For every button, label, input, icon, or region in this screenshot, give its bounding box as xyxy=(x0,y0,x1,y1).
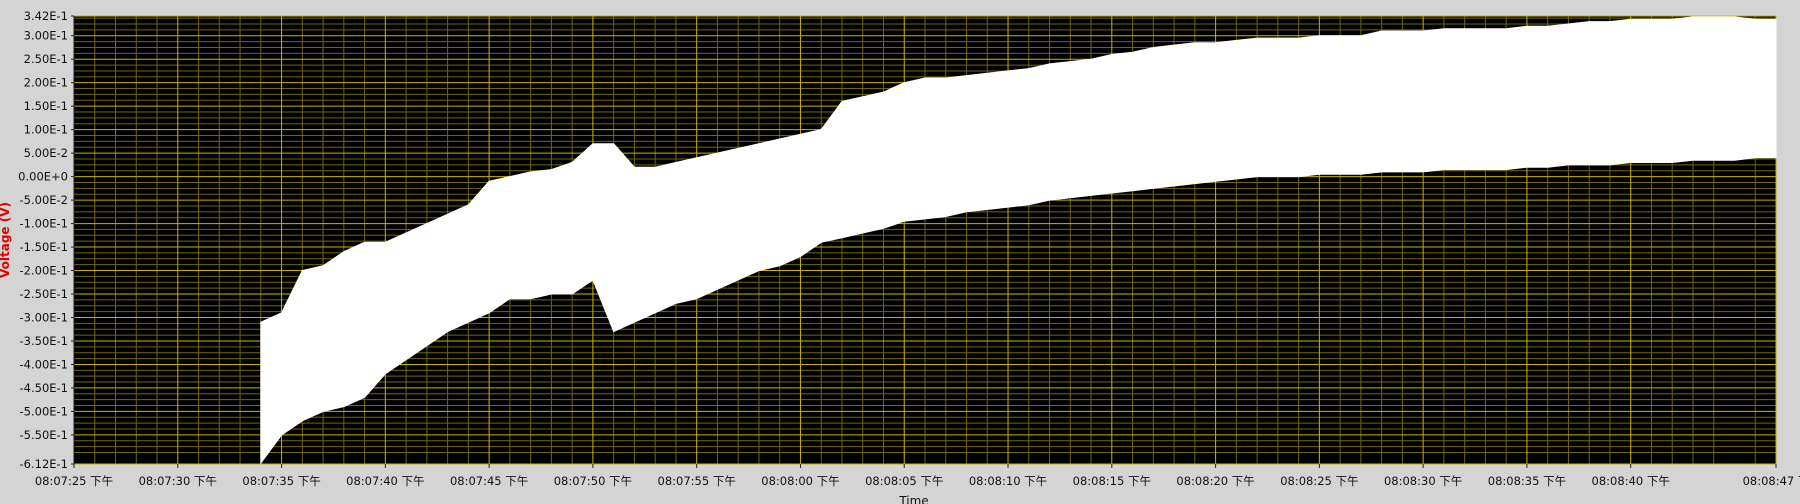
y-tick-label: -2.00E-1 xyxy=(20,264,69,278)
x-axis-title: Time xyxy=(898,494,928,504)
y-tick-label: -5.00E-2 xyxy=(20,193,69,207)
y-tick-label: -5.50E-1 xyxy=(20,428,69,442)
x-tick-label: 08:08:40 下午 xyxy=(1592,474,1670,488)
y-tick-label: 0.00E+0 xyxy=(18,170,68,184)
y-tick-label: -1.50E-1 xyxy=(20,240,69,254)
x-tick-label: 08:08:30 下午 xyxy=(1384,474,1462,488)
y-tick-label: 1.00E-1 xyxy=(24,123,68,137)
x-tick-label: 08:08:15 下午 xyxy=(1073,474,1151,488)
x-tick-label: 08:07:55 下午 xyxy=(658,474,736,488)
y-tick-label: 3.42E-1 xyxy=(24,9,68,23)
x-tick-label: 08:08:35 下午 xyxy=(1488,474,1566,488)
x-tick-label: 08:08:00 下午 xyxy=(761,474,839,488)
x-tick-label: 08:07:35 下午 xyxy=(242,474,320,488)
y-axis-title: Voltage (V) xyxy=(0,202,12,278)
x-tick-label: 08:08:05 下午 xyxy=(865,474,943,488)
y-tick-label: 5.00E-2 xyxy=(24,146,68,160)
y-tick-label: -2.50E-1 xyxy=(20,287,69,301)
x-tick-label: 08:07:30 下午 xyxy=(139,474,217,488)
x-tick-label: 08:08:25 下午 xyxy=(1280,474,1358,488)
y-tick-label: -1.00E-1 xyxy=(20,217,69,231)
x-tick-label: 08:07:25 下午 xyxy=(35,474,113,488)
y-tick-label: -4.00E-1 xyxy=(20,357,69,371)
y-tick-label: 2.50E-1 xyxy=(24,52,68,66)
x-tick-label: 08:08:10 下午 xyxy=(969,474,1047,488)
x-tick-label: 08:08:47 下 xyxy=(1743,474,1800,488)
y-tick-label: 2.00E-1 xyxy=(24,76,68,90)
x-tick-label: 08:08:20 下午 xyxy=(1176,474,1254,488)
y-tick-label: -3.00E-1 xyxy=(20,310,69,324)
waveform-graph: 3.42E-1 3.00E-1 2.50E-1 2.00E-1 1.50E-1 1.00E… xyxy=(0,0,1800,504)
x-tick-label: 08:07:50 下午 xyxy=(554,474,632,488)
x-tick-label: 08:07:40 下午 xyxy=(346,474,424,488)
y-tick-label: -6.12E-1 xyxy=(20,457,69,471)
y-tick-label: -5.00E-1 xyxy=(20,404,69,418)
x-tick-label: 08:07:45 下午 xyxy=(450,474,528,488)
y-tick-label: -4.50E-1 xyxy=(20,381,69,395)
y-tick-label: 3.00E-1 xyxy=(24,29,68,43)
y-tick-label: -3.50E-1 xyxy=(20,334,69,348)
y-tick-label: 1.50E-1 xyxy=(24,99,68,113)
